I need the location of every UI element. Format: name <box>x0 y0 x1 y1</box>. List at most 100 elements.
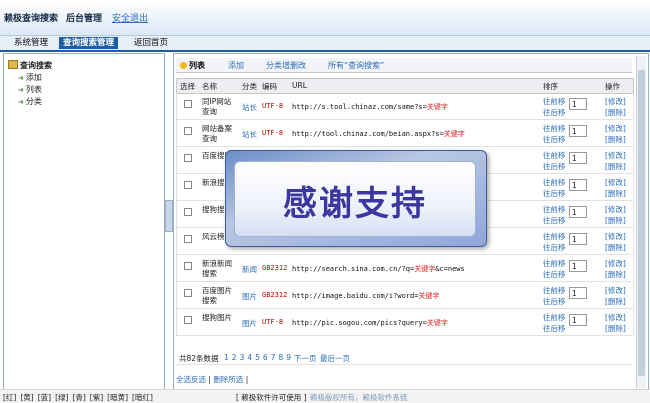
sidebar-item-list[interactable]: ➜ 列表 <box>18 84 42 95</box>
sidebar-item-category[interactable]: ➜ 分类 <box>18 96 42 107</box>
row-category-link[interactable]: 图片 <box>242 291 257 302</box>
menu-return-home[interactable]: 返回首页 <box>130 37 172 49</box>
tab-list[interactable]: 列表 <box>180 60 205 71</box>
move-down-link[interactable]: 往后移 <box>543 242 566 253</box>
row-checkbox[interactable] <box>184 262 192 270</box>
delete-link[interactable]: [删除] <box>605 188 626 199</box>
select-all-link[interactable]: 全选反选 <box>176 375 206 384</box>
move-down-link[interactable]: 往后移 <box>543 323 566 334</box>
row-category-link[interactable]: 站长 <box>242 102 257 113</box>
color-theme-link[interactable]: [黄] <box>20 393 33 402</box>
row-checkbox[interactable] <box>184 316 192 324</box>
page-link[interactable]: 2 <box>232 353 237 362</box>
order-input[interactable]: 1 <box>569 152 587 164</box>
page-link[interactable]: 5 <box>255 353 260 362</box>
move-up-link[interactable]: 往前移 <box>543 123 566 134</box>
row-category-link[interactable]: 新闻 <box>242 264 257 275</box>
color-theme-link[interactable]: [青] <box>72 393 85 402</box>
move-down-link[interactable]: 往后移 <box>543 269 566 280</box>
thanks-popup: 感谢支持 <box>225 150 487 247</box>
move-down-link[interactable]: 往后移 <box>543 161 566 172</box>
menu-system-management[interactable]: 系统管理 <box>10 37 52 49</box>
edit-link[interactable]: [修改] <box>605 285 626 296</box>
order-input[interactable]: 1 <box>569 287 587 299</box>
move-up-link[interactable]: 往前移 <box>543 204 566 215</box>
tab-all-search[interactable]: 所有“查询搜索” <box>328 60 384 71</box>
row-category-link[interactable]: 站长 <box>242 129 257 140</box>
logout-link[interactable]: 安全退出 <box>112 11 148 24</box>
next-page-link[interactable]: 下一页 <box>294 353 317 364</box>
order-input[interactable]: 1 <box>569 314 587 326</box>
col-select: 选择 <box>180 82 195 91</box>
move-up-link[interactable]: 往前移 <box>543 258 566 269</box>
last-page-link[interactable]: 最后一页 <box>320 353 350 364</box>
edit-link[interactable]: [修改] <box>605 177 626 188</box>
row-checkbox[interactable] <box>184 127 192 135</box>
color-theme-link[interactable]: [暗红] <box>132 393 153 402</box>
delete-selected-link[interactable]: 删除所选 <box>213 375 243 384</box>
row-checkbox[interactable] <box>184 289 192 297</box>
move-up-link[interactable]: 往前移 <box>543 177 566 188</box>
row-checkbox[interactable] <box>184 100 192 108</box>
color-theme-link[interactable]: [红] <box>3 393 16 402</box>
move-down-link[interactable]: 往后移 <box>543 215 566 226</box>
vertical-scrollbar[interactable] <box>636 56 646 388</box>
move-down-link[interactable]: 往后移 <box>543 188 566 199</box>
move-down-link[interactable]: 往后移 <box>543 134 566 145</box>
page-link[interactable]: 8 <box>278 353 283 362</box>
tab-category[interactable]: 分类增删改 <box>266 60 306 71</box>
page-link[interactable]: 7 <box>271 353 276 362</box>
sidebar-item-label: 添加 <box>25 73 42 82</box>
page-link[interactable]: 1 <box>224 353 229 362</box>
url-prefix: http://s.tool.chinaz.com/same?s= <box>292 103 427 111</box>
move-down-link[interactable]: 往后移 <box>543 107 566 118</box>
menu-search-management[interactable]: 查询搜索管理 <box>59 37 119 49</box>
edit-link[interactable]: [修改] <box>605 204 626 215</box>
color-theme-link[interactable]: [蓝] <box>38 393 51 402</box>
sidebar-item-add[interactable]: ➜ 添加 <box>18 72 42 83</box>
edit-link[interactable]: [修改] <box>605 312 626 323</box>
delete-link[interactable]: [删除] <box>605 269 626 280</box>
edit-link[interactable]: [修改] <box>605 231 626 242</box>
row-checkbox[interactable] <box>184 154 192 162</box>
tab-add[interactable]: 添加 <box>228 60 244 71</box>
delete-link[interactable]: [删除] <box>605 215 626 226</box>
move-up-link[interactable]: 往前移 <box>543 96 566 107</box>
move-down-link[interactable]: 往后移 <box>543 296 566 307</box>
delete-link[interactable]: [删除] <box>605 296 626 307</box>
page-link[interactable]: 3 <box>240 353 245 362</box>
edit-link[interactable]: [修改] <box>605 150 626 161</box>
page-link[interactable]: 6 <box>263 353 268 362</box>
delete-link[interactable]: [删除] <box>605 161 626 172</box>
delete-link[interactable]: [删除] <box>605 242 626 253</box>
order-input[interactable]: 1 <box>569 125 587 137</box>
delete-link[interactable]: [删除] <box>605 107 626 118</box>
order-input[interactable]: 1 <box>569 179 587 191</box>
edit-link[interactable]: [修改] <box>605 258 626 269</box>
row-checkbox[interactable] <box>184 208 192 216</box>
move-up-link[interactable]: 往前移 <box>543 150 566 161</box>
order-input[interactable]: 1 <box>569 98 587 110</box>
sidebar-toggle-handle[interactable] <box>165 200 173 232</box>
delete-link[interactable]: [删除] <box>605 134 626 145</box>
move-up-link[interactable]: 往前移 <box>543 231 566 242</box>
page-link[interactable]: 9 <box>286 353 291 362</box>
row-category-link[interactable]: 图片 <box>242 318 257 329</box>
color-theme-link[interactable]: [暗黄] <box>107 393 128 402</box>
order-input[interactable]: 1 <box>569 260 587 272</box>
edit-link[interactable]: [修改] <box>605 123 626 134</box>
color-theme-link[interactable]: [绿] <box>55 393 68 402</box>
scrollbar-thumb[interactable] <box>638 70 645 376</box>
delete-link[interactable]: [删除] <box>605 323 626 334</box>
color-theme-link[interactable]: [紫] <box>90 393 103 402</box>
row-checkbox[interactable] <box>184 181 192 189</box>
thanks-popup-inner: 感谢支持 <box>234 161 476 237</box>
move-up-link[interactable]: 往前移 <box>543 285 566 296</box>
order-input[interactable]: 1 <box>569 206 587 218</box>
order-input[interactable]: 1 <box>569 233 587 245</box>
page-link[interactable]: 4 <box>247 353 252 362</box>
tree-root[interactable]: 查询搜索 <box>8 60 52 71</box>
row-checkbox[interactable] <box>184 235 192 243</box>
edit-link[interactable]: [修改] <box>605 96 626 107</box>
move-up-link[interactable]: 往前移 <box>543 312 566 323</box>
